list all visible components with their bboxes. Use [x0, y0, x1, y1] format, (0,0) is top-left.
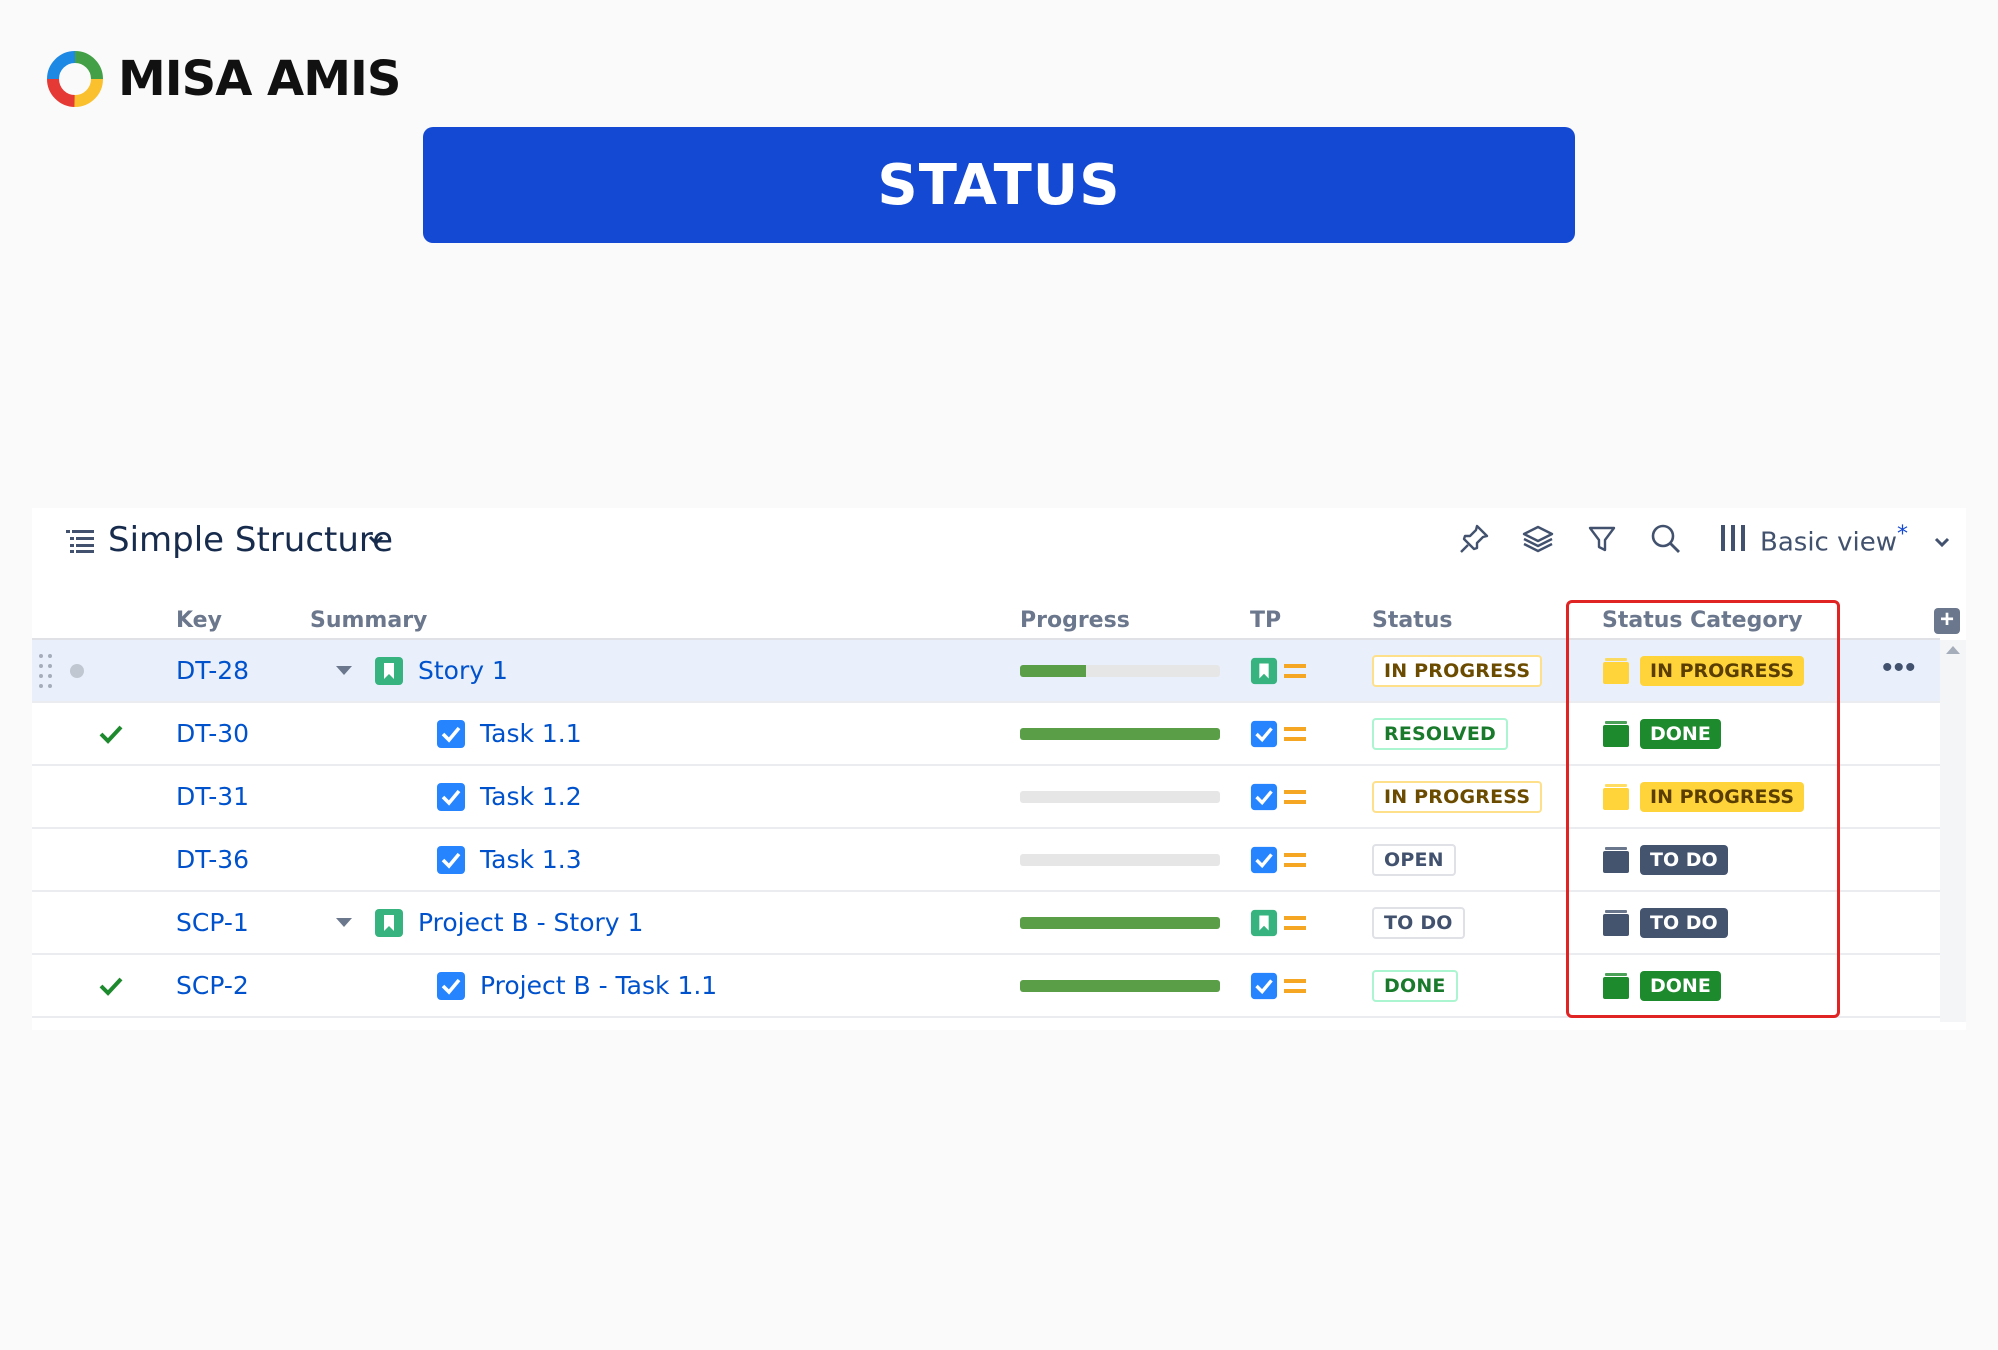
progress-cell: [1020, 766, 1220, 827]
chevron-down-icon[interactable]: [366, 530, 386, 550]
add-column-icon[interactable]: +: [1934, 608, 1960, 634]
task-type-icon: [437, 782, 465, 811]
resolved-check-icon: [98, 955, 124, 1016]
tp-task-icon: [1250, 783, 1278, 810]
title-banner: STATUS: [423, 127, 1575, 243]
priority-medium-icon: [1284, 978, 1306, 993]
tp-story-icon: [1250, 657, 1278, 684]
structure-list-icon: [66, 530, 94, 553]
row-indicator-dot: [70, 640, 84, 701]
progress-bar: [1020, 790, 1220, 803]
story-type-icon: [375, 656, 403, 685]
column-header-progress[interactable]: Progress: [1020, 608, 1130, 633]
status-lozenge[interactable]: OPEN: [1372, 843, 1456, 876]
task-type-icon: [437, 719, 465, 748]
progress-bar: [1020, 916, 1220, 929]
priority-medium-icon: [1284, 915, 1306, 930]
issue-key[interactable]: DT-28: [176, 656, 249, 685]
priority-medium-icon: [1284, 852, 1306, 867]
structure-title[interactable]: Simple Structure: [108, 520, 393, 560]
progress-cell: [1020, 829, 1220, 890]
issue-summary[interactable]: Task 1.3: [480, 845, 582, 874]
tp-task-icon: [1250, 972, 1278, 999]
column-header-tp[interactable]: TP: [1250, 608, 1281, 633]
progress-bar: [1020, 979, 1220, 992]
issue-summary[interactable]: Task 1.2: [480, 782, 582, 811]
status-lozenge[interactable]: IN PROGRESS: [1372, 780, 1543, 813]
progress-cell: [1020, 955, 1220, 1016]
issue-summary[interactable]: Project B - Task 1.1: [480, 971, 717, 1000]
banner-title: STATUS: [877, 152, 1121, 218]
issue-summary[interactable]: Task 1.1: [480, 719, 582, 748]
brand-logo: MISA AMIS: [44, 48, 401, 110]
vertical-scrollbar[interactable]: [1940, 640, 1966, 1022]
layers-icon[interactable]: [1520, 521, 1556, 557]
progress-bar: [1020, 664, 1220, 677]
view-modified-marker: *: [1896, 522, 1908, 547]
progress-fill: [1020, 664, 1086, 677]
status-lozenge[interactable]: RESOLVED: [1372, 717, 1508, 750]
more-icon[interactable]: •••: [1882, 653, 1917, 683]
brand-name: MISA AMIS: [118, 51, 401, 107]
issue-key[interactable]: SCP-1: [176, 908, 249, 937]
issue-key[interactable]: DT-31: [176, 782, 249, 811]
issue-summary[interactable]: Project B - Story 1: [418, 908, 643, 937]
progress-fill: [1020, 916, 1220, 929]
view-selector[interactable]: Basic view*: [1760, 522, 1908, 558]
expand-caret-icon[interactable]: [336, 918, 352, 927]
column-header-key[interactable]: Key: [176, 608, 222, 633]
progress-cell: [1020, 703, 1220, 764]
tp-story-icon: [1250, 909, 1278, 936]
progress-fill: [1020, 727, 1220, 740]
status-lozenge[interactable]: DONE: [1372, 969, 1458, 1002]
structure-toolbar: Simple Structure Basic view*: [32, 508, 1966, 572]
drag-handle-icon[interactable]: [38, 652, 54, 692]
tp-task-icon: [1250, 720, 1278, 747]
progress-cell: [1020, 892, 1220, 953]
column-header-summary[interactable]: Summary: [310, 608, 427, 633]
progress-bar: [1020, 727, 1220, 740]
task-type-icon: [437, 971, 465, 1000]
issue-summary[interactable]: Story 1: [418, 656, 508, 685]
status-lozenge[interactable]: IN PROGRESS: [1372, 654, 1543, 687]
column-header-status[interactable]: Status: [1372, 608, 1452, 633]
issue-key[interactable]: DT-30: [176, 719, 249, 748]
status-lozenge[interactable]: TO DO: [1372, 906, 1465, 939]
resolved-check-icon: [98, 703, 124, 764]
filter-icon[interactable]: [1584, 521, 1620, 557]
status-category-highlight: [1566, 600, 1840, 1018]
priority-medium-icon: [1284, 726, 1306, 741]
columns-icon[interactable]: [1718, 522, 1748, 556]
misa-logo-icon: [47, 51, 103, 107]
expand-caret-icon[interactable]: [336, 666, 352, 675]
pin-icon[interactable]: [1456, 521, 1492, 557]
issue-key[interactable]: DT-36: [176, 845, 249, 874]
scroll-up-icon[interactable]: [1946, 646, 1960, 654]
tp-task-icon: [1250, 846, 1278, 873]
issue-key[interactable]: SCP-2: [176, 971, 249, 1000]
story-type-icon: [375, 908, 403, 937]
task-type-icon: [437, 845, 465, 874]
search-icon[interactable]: [1648, 521, 1684, 557]
view-chevron-down-icon[interactable]: [1932, 532, 1952, 552]
view-label: Basic view: [1760, 527, 1897, 558]
progress-bar: [1020, 853, 1220, 866]
progress-cell: [1020, 640, 1220, 701]
priority-medium-icon: [1284, 789, 1306, 804]
priority-medium-icon: [1284, 663, 1306, 678]
progress-fill: [1020, 979, 1220, 992]
